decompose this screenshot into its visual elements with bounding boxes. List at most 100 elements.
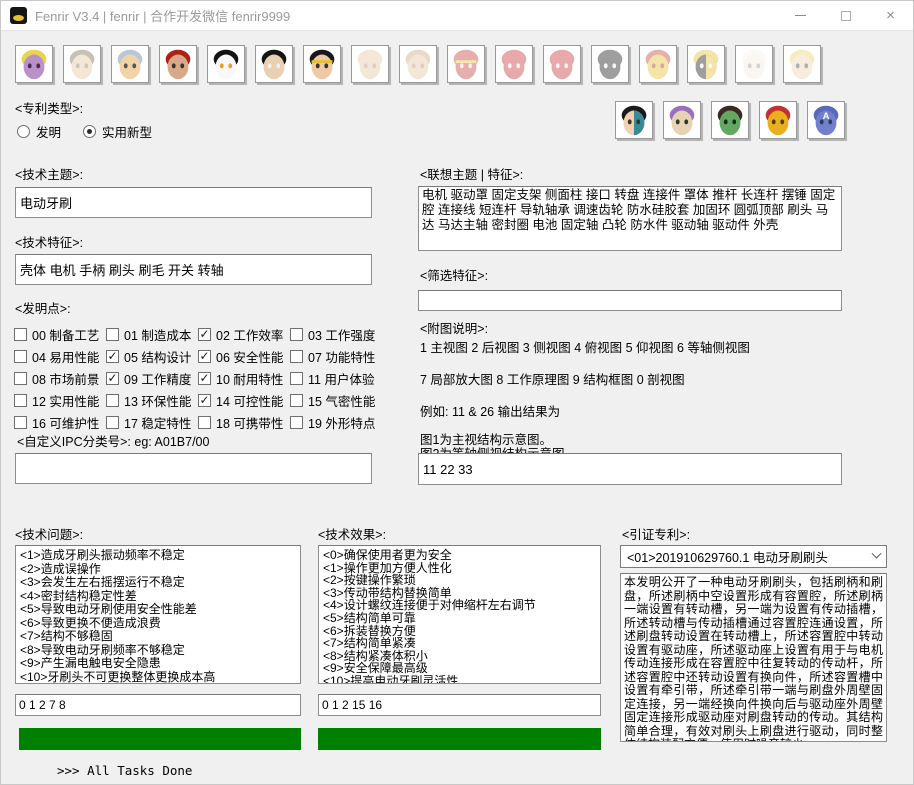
spawn-icon[interactable] (207, 45, 245, 83)
iron-man-icon[interactable] (759, 101, 797, 139)
invention-point-13[interactable]: 13 环保性能 (106, 389, 198, 411)
figure-note-line-3: 例如: 11 & 26 输出结果为 (420, 401, 750, 420)
two-face-icon[interactable] (615, 101, 653, 139)
app-window: Fenrir V3.4 | fenrir | 合作开发微信 fenrir9999… (0, 0, 914, 785)
figure-notes-lines: 1 主视图 2 后视图 3 侧视图 4 俯视图 5 仰视图 6 等轴侧视图7 局… (420, 337, 750, 461)
tech-problems-label: <技术问题>: (15, 524, 83, 543)
invention-point-06[interactable]: ✓06 安全性能 (198, 345, 290, 367)
svg-text:A: A (823, 111, 830, 122)
title-bar: Fenrir V3.4 | fenrir | 合作开发微信 fenrir9999… (1, 1, 913, 31)
freddy-hat-icon[interactable] (63, 45, 101, 83)
cited-patent-abstract[interactable]: 本发明公开了一种电动牙刷刷头，包括刷柄和刷盘，所述刷柄中空设置形成有容置腔，所述… (620, 573, 887, 742)
wonder-woman-icon[interactable] (303, 45, 341, 83)
patent-type-label: <专利类型>: (15, 98, 83, 117)
cited-patent-dropdown[interactable]: <01>201910629760.1 电动牙刷刷头 (620, 545, 887, 568)
invention-point-01[interactable]: 01 制造成本 (106, 323, 198, 345)
checkbox-icon (14, 328, 27, 341)
dark-batman-icon[interactable] (591, 45, 629, 83)
batman-app-icon (10, 7, 27, 24)
invention-point-label: 09 工作精度 (124, 369, 191, 388)
invention-point-03[interactable]: 03 工作强度 (290, 323, 382, 345)
checkbox-icon (106, 394, 119, 407)
hero-icon-row-2: A (615, 101, 855, 139)
maximize-button[interactable] (823, 1, 868, 30)
invention-point-label: 19 外形特点 (308, 413, 375, 432)
tech-effects-selection-input[interactable] (318, 694, 601, 716)
patent-type-radio-1[interactable]: 实用新型 (83, 122, 152, 141)
invention-point-04[interactable]: 04 易用性能 (14, 345, 106, 367)
chevron-down-icon (872, 549, 882, 559)
checkbox-icon (290, 350, 303, 363)
spiderman-icon[interactable] (543, 45, 581, 83)
invention-point-08[interactable]: 08 市场前景 (14, 367, 106, 389)
hero-icon-row-1 (15, 45, 831, 83)
tech-problems-list[interactable]: <1>造成牙刷头振动频率不稳定 <2>造成误操作 <3>会发生左右摇摆运行不稳定… (15, 545, 301, 684)
invention-point-19[interactable]: 19 外形特点 (290, 411, 382, 433)
invention-point-16[interactable]: 16 可维护性 (14, 411, 106, 433)
flash-icon[interactable] (447, 45, 485, 83)
progress-bar-problems (19, 728, 301, 750)
iron-mask-icon[interactable] (639, 45, 677, 83)
batman-icon[interactable] (255, 45, 293, 83)
filter-features-input[interactable] (418, 290, 842, 311)
invention-point-05[interactable]: ✓05 结构设计 (106, 345, 198, 367)
thanos-icon[interactable] (15, 45, 53, 83)
minimize-icon (795, 15, 806, 16)
invention-point-label: 11 用户体验 (308, 369, 374, 388)
harley-quinn-icon[interactable] (783, 45, 821, 83)
faded-face-icon[interactable] (351, 45, 389, 83)
deadpool-icon[interactable] (495, 45, 533, 83)
invention-point-00[interactable]: 00 制备工艺 (14, 323, 106, 345)
tech-effects-list[interactable]: <0>确保使用者更为安全 <1>操作更加方便人性化 <2>按键操作繁琐 <3>传… (318, 545, 601, 684)
invention-point-02[interactable]: ✓02 工作效率 (198, 323, 290, 345)
checkbox-icon (14, 416, 27, 429)
invention-point-09[interactable]: ✓ 09 工作精度 (106, 367, 198, 389)
checkbox-icon (106, 416, 119, 429)
checkbox-checked-icon: ✓ (106, 372, 119, 385)
invention-point-label: 08 市场前景 (32, 369, 99, 388)
close-button[interactable]: × (868, 1, 913, 30)
figure-selection-input[interactable] (418, 453, 842, 485)
tech-subject-input[interactable] (15, 187, 372, 218)
checkbox-icon (14, 350, 27, 363)
invention-point-10[interactable]: ✓ 10 耐用特性 (198, 367, 290, 389)
invention-point-label: 12 实用性能 (32, 391, 99, 410)
invention-point-11[interactable]: 11 用户体验 (290, 367, 382, 389)
invention-point-07[interactable]: 07 功能特性 (290, 345, 382, 367)
captain-america-icon[interactable]: A (807, 101, 845, 139)
ipc-label: <自定义IPC分类号>: eg: A01B7/00 (17, 431, 209, 450)
patent-type-radio-group: 发明 实用新型 (17, 122, 174, 141)
invention-point-label: 02 工作效率 (216, 325, 283, 344)
hulk-icon[interactable] (711, 101, 749, 139)
invention-point-14[interactable]: ✓14 可控性能 (198, 389, 290, 411)
guy-fawkes-icon[interactable] (735, 45, 773, 83)
faded-face2-icon[interactable] (399, 45, 437, 83)
status-text: >>> All Tasks Done (57, 763, 192, 778)
patent-type-radio-0[interactable]: 发明 (17, 122, 61, 141)
invention-point-label: 07 功能特性 (308, 347, 375, 366)
figure-notes-label: <附图说明>: (420, 318, 488, 337)
tech-subject-label: <技术主题>: (15, 164, 83, 183)
association-textarea[interactable] (418, 186, 842, 251)
invention-point-15[interactable]: 15 气密性能 (290, 389, 382, 411)
association-label: <联想主题 | 特征>: (420, 164, 523, 183)
invention-point-18[interactable]: 18 可携带性 (198, 411, 290, 433)
hawkeye-icon[interactable] (663, 101, 701, 139)
invention-point-label: 14 可控性能 (216, 391, 283, 410)
tech-effects-label: <技术效果>: (318, 524, 386, 543)
invention-point-label: 10 耐用特性 (216, 369, 283, 388)
ipc-input[interactable] (15, 453, 372, 484)
magneto-icon[interactable] (159, 45, 197, 83)
thor-icon[interactable] (111, 45, 149, 83)
checkbox-icon (290, 394, 303, 407)
tech-problems-selection-input[interactable] (15, 694, 301, 716)
figure-note-line-2: 7 局部放大图 8 工作原理图 9 结构框图 0 剖视图 (420, 369, 750, 388)
wolverine-icon[interactable] (687, 45, 725, 83)
minimize-button[interactable] (778, 1, 823, 30)
checkbox-checked-icon: ✓ (198, 372, 211, 385)
invention-point-17[interactable]: 17 稳定特性 (106, 411, 198, 433)
radio-circle-icon (17, 125, 30, 138)
tech-features-input[interactable] (15, 254, 372, 285)
invention-point-12[interactable]: 12 实用性能 (14, 389, 106, 411)
checkbox-icon (290, 328, 303, 341)
